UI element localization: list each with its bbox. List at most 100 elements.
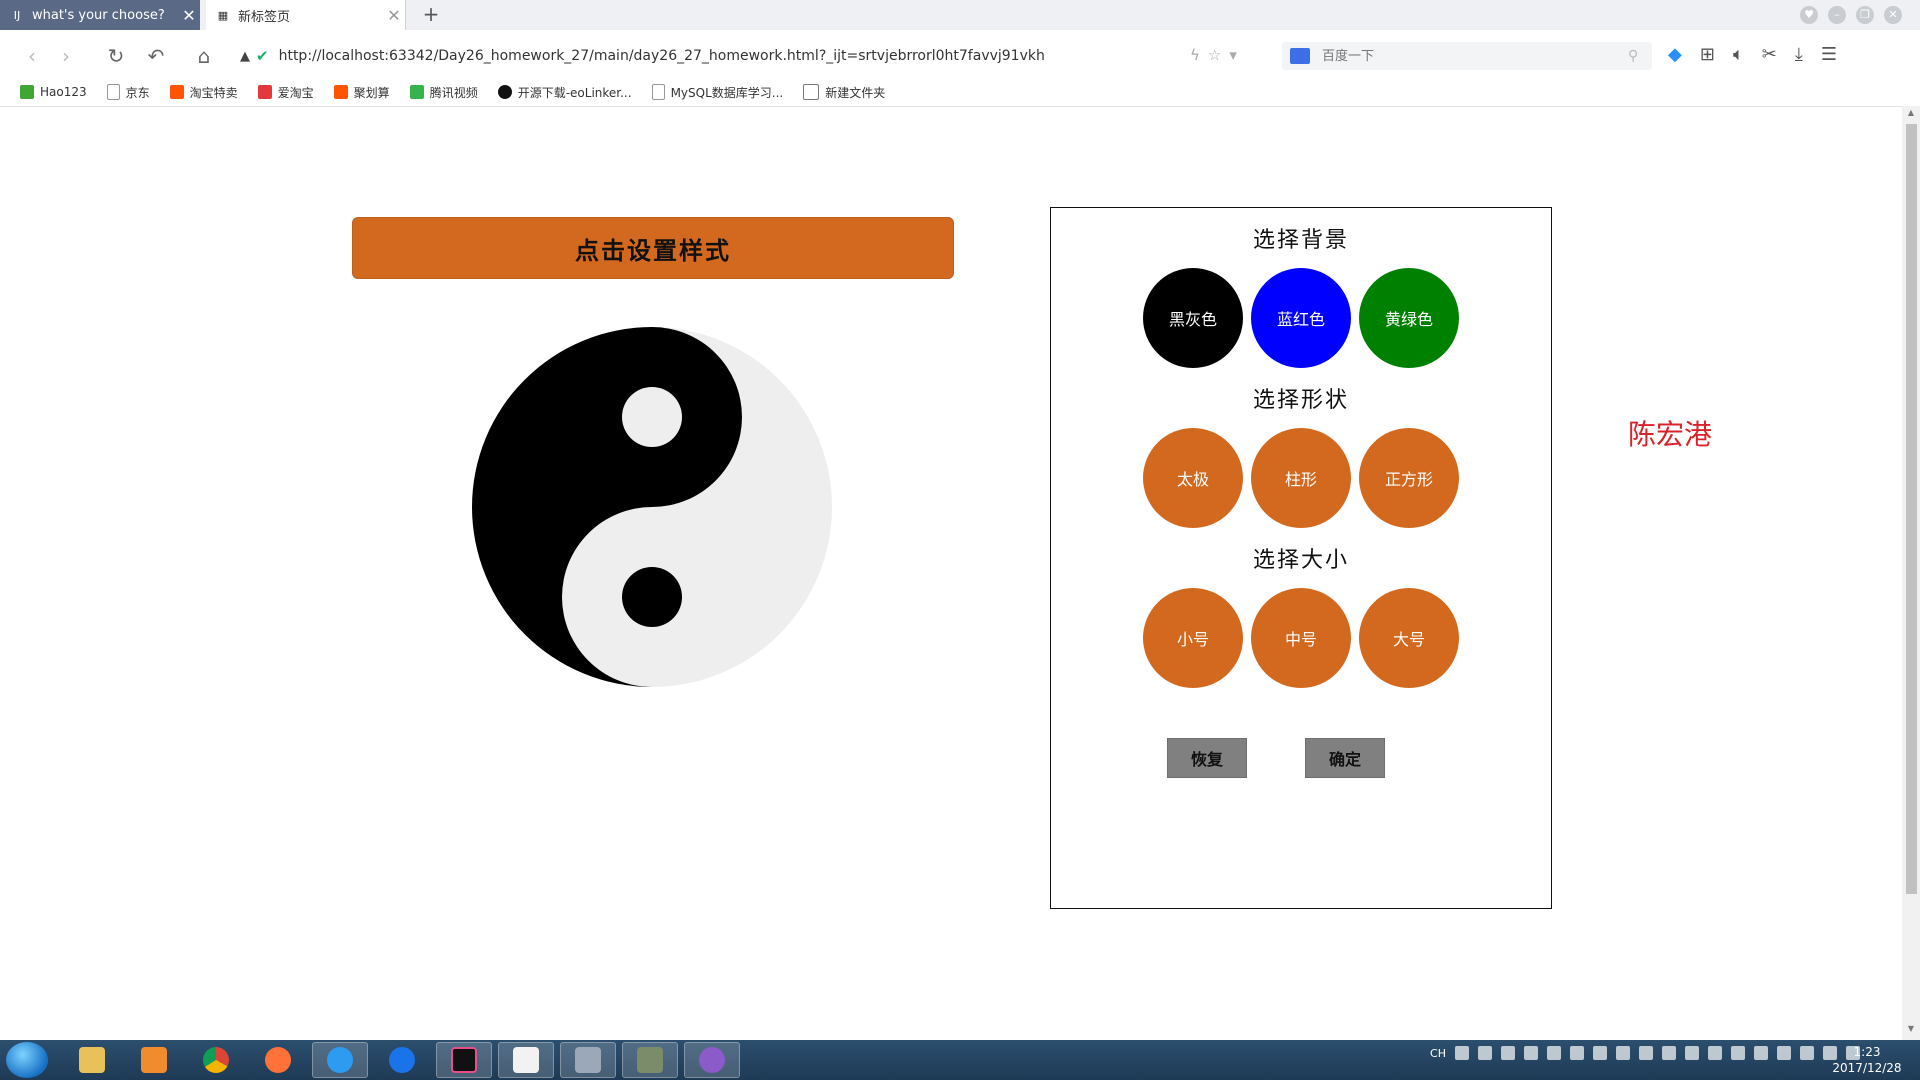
set-style-button[interactable]: 点击设置样式: [352, 217, 954, 279]
bookmark-item[interactable]: 爱淘宝: [257, 84, 314, 101]
close-icon[interactable]: ✕: [383, 6, 405, 25]
size-option-medium[interactable]: 中号: [1251, 588, 1351, 688]
browser-task[interactable]: [312, 1042, 368, 1078]
chrome-task[interactable]: [188, 1042, 244, 1078]
apps-grid-icon[interactable]: ⊞: [1700, 44, 1715, 65]
tab-active[interactable]: IJ what's your choose? ✕: [0, 0, 200, 30]
refresh-icon[interactable]: ↻: [102, 42, 130, 70]
bg-option-blue-red[interactable]: 蓝红色: [1251, 268, 1351, 368]
bg-option-black-gray[interactable]: 黑灰色: [1143, 268, 1243, 368]
shape-option-taiji[interactable]: 太极: [1143, 428, 1243, 528]
eolinker-icon: [497, 85, 512, 99]
media-player-task[interactable]: [126, 1042, 182, 1078]
bookmark-item[interactable]: MySQL数据库学习...: [651, 84, 783, 101]
address-bar[interactable]: ▲ ✔ http://localhost:63342/Day26_homewor…: [240, 42, 1270, 70]
tray-app-icon[interactable]: [1639, 1046, 1653, 1060]
close-window-icon[interactable]: ✕: [1884, 6, 1902, 24]
security-icon[interactable]: [1754, 1046, 1768, 1060]
shield-extension-icon[interactable]: ◆: [1668, 44, 1682, 65]
explorer-task[interactable]: [64, 1042, 120, 1078]
qq-icon[interactable]: [1616, 1046, 1630, 1060]
menu-icon[interactable]: ☰: [1821, 44, 1837, 65]
confirm-button[interactable]: 确定: [1305, 738, 1385, 778]
signal-icon[interactable]: [1685, 1046, 1699, 1060]
undo-icon[interactable]: ↶: [142, 42, 170, 70]
bookmark-item[interactable]: 新建文件夹: [803, 84, 885, 101]
restore-icon[interactable]: ❐: [1856, 6, 1874, 24]
size-option-small[interactable]: 小号: [1143, 588, 1243, 688]
maps-task[interactable]: [374, 1042, 430, 1078]
shape-option-column[interactable]: 柱形: [1251, 428, 1351, 528]
tray-app-icon[interactable]: [1455, 1046, 1469, 1060]
vertical-scrollbar[interactable]: ▲ ▼: [1902, 106, 1920, 1040]
tray-app-icon[interactable]: [1501, 1046, 1515, 1060]
size-section-title: 选择大小: [1252, 548, 1349, 573]
size-option-large[interactable]: 大号: [1359, 588, 1459, 688]
tray-app-icon[interactable]: [1524, 1046, 1538, 1060]
bluetooth-icon[interactable]: [1777, 1046, 1791, 1060]
chevron-down-icon[interactable]: ▾: [1229, 46, 1245, 64]
shape-section-title: 选择形状: [1252, 388, 1349, 413]
back-icon[interactable]: ‹: [18, 42, 46, 70]
tab-new-tab-page[interactable]: ▦ 新标签页 ✕: [206, 0, 406, 30]
scroll-up-icon[interactable]: ▲: [1902, 108, 1920, 122]
shape-options: 太极 柱形 正方形: [1143, 428, 1459, 528]
address-actions: ϟ☆▾: [1190, 46, 1245, 64]
close-icon[interactable]: ✕: [178, 6, 200, 25]
tray-app-icon[interactable]: [1800, 1046, 1814, 1060]
security-shield-icon[interactable]: ✔: [256, 47, 269, 65]
site-info-icon[interactable]: ▲: [240, 49, 250, 64]
reset-button[interactable]: 恢复: [1167, 738, 1247, 778]
forward-icon[interactable]: ›: [52, 42, 80, 70]
bookmark-item[interactable]: 开源下载-eoLinker...: [497, 84, 632, 101]
calculator-task[interactable]: [560, 1042, 616, 1078]
bookmark-item[interactable]: 腾讯视频: [409, 84, 478, 101]
bg-option-yellow-green[interactable]: 黄绿色: [1359, 268, 1459, 368]
app-task[interactable]: [622, 1042, 678, 1078]
search-input[interactable]: [1320, 47, 1628, 65]
input-language[interactable]: CH: [1430, 1047, 1446, 1060]
folder-icon: [803, 84, 820, 100]
network-icon[interactable]: [1731, 1046, 1745, 1060]
scroll-down-icon[interactable]: ▼: [1902, 1024, 1920, 1038]
browser-icon: [327, 1047, 353, 1073]
page-icon: [651, 84, 665, 100]
search-bar[interactable]: ⚲: [1282, 42, 1652, 70]
bookmark-item[interactable]: Hao123: [20, 85, 87, 99]
intellij-task[interactable]: [436, 1042, 492, 1078]
clock[interactable]: 1:23 2017/12/28: [1822, 1044, 1912, 1076]
heart-icon[interactable]: ♥: [1800, 6, 1818, 24]
bookmark-item[interactable]: 淘宝特卖: [169, 84, 238, 101]
cat-app-task[interactable]: [684, 1042, 740, 1078]
search-icon[interactable]: ⚲: [1628, 48, 1652, 64]
scissors-icon[interactable]: ✂: [1762, 44, 1777, 65]
star-icon[interactable]: ☆: [1208, 46, 1229, 64]
speaker-icon[interactable]: 🔈︎: [1733, 44, 1744, 65]
home-icon[interactable]: ⌂: [190, 42, 218, 70]
tencent-video-icon: [409, 85, 424, 99]
taiji-symbol: [472, 327, 832, 687]
lightning-icon[interactable]: ϟ: [1190, 46, 1208, 64]
help-icon[interactable]: [1478, 1046, 1492, 1060]
qq-icon[interactable]: [1593, 1046, 1607, 1060]
notepad-task[interactable]: [498, 1042, 554, 1078]
baidu-engine-icon[interactable]: [1290, 48, 1310, 64]
url-text[interactable]: http://localhost:63342/Day26_homework_27…: [279, 48, 1045, 64]
intellij-icon: [451, 1047, 477, 1073]
tray-app-icon[interactable]: [1570, 1046, 1584, 1060]
firefox-task[interactable]: [250, 1042, 306, 1078]
download-icon[interactable]: ⤓: [1795, 44, 1803, 65]
shape-option-square[interactable]: 正方形: [1359, 428, 1459, 528]
background-options: 黑灰色 蓝红色 黄绿色: [1143, 268, 1459, 368]
minimize-icon[interactable]: –: [1828, 6, 1846, 24]
bookmark-item[interactable]: 京东: [106, 84, 150, 101]
tray-app-icon[interactable]: [1547, 1046, 1561, 1060]
volume-icon[interactable]: [1708, 1046, 1722, 1060]
taobao-icon: [169, 85, 184, 99]
system-tray: CH: [1430, 1046, 1860, 1060]
tray-app-icon[interactable]: [1662, 1046, 1676, 1060]
new-tab-button[interactable]: +: [416, 0, 446, 30]
scroll-thumb[interactable]: [1906, 124, 1917, 894]
start-button[interactable]: [6, 1042, 48, 1078]
bookmark-item[interactable]: 聚划算: [333, 84, 390, 101]
